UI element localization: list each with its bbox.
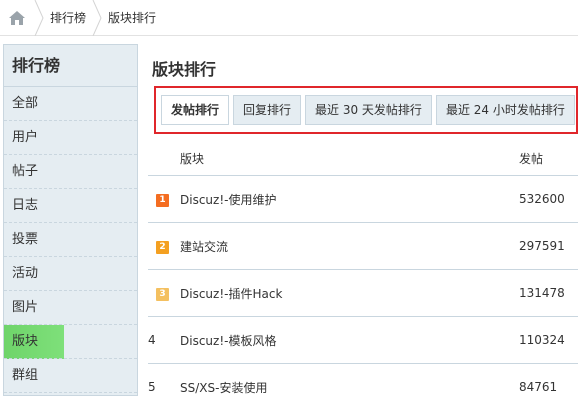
tab-reply-ranking[interactable]: 回复排行 [233,95,302,125]
sidebar-item-label: 活动 [12,266,39,281]
sidebar-item-groups[interactable]: 群组 [4,359,137,393]
sidebar-item-users[interactable]: 用户 [4,121,137,155]
forum-link[interactable]: Discuz!-插件Hack [180,287,282,301]
sidebar-item-activities[interactable]: 活动 [4,257,137,291]
header-forum: 版块 [180,152,205,166]
rank-badge: 1 [156,194,169,207]
tab-30-day-ranking[interactable]: 最近 30 天发帖排行 [305,95,432,125]
table-row: 1 Discuz!-使用维护 532600 [148,176,578,223]
header-posts: 发帖 [519,152,544,166]
post-count: 297591 [519,239,565,253]
breadcrumb-separator-icon [92,0,102,36]
sidebar-item-label: 帖子 [12,164,39,179]
sidebar: 排行榜 全部 用户 帖子 日志 投票 活动 图片 版块 群组 [3,44,138,396]
rank-badge: 2 [156,241,169,254]
tab-post-ranking[interactable]: 发帖排行 [161,95,230,125]
table-row: 2 建站交流 297591 [148,223,578,270]
page-title: 版块排行 [152,60,217,79]
forum-link[interactable]: SS/XS-安装使用 [180,381,267,395]
post-count: 131478 [519,286,565,300]
table-row: 3 Discuz!-插件Hack 131478 [148,270,578,317]
rank-number: 4 [148,333,156,347]
tab-bar: 发帖排行 回复排行 最近 30 天发帖排行 最近 24 小时发帖排行 [154,86,578,134]
sidebar-item-label: 图片 [12,300,39,315]
sidebar-item-all[interactable]: 全部 [4,87,137,121]
sidebar-item-label: 日志 [12,198,39,213]
ranking-table: 版块 发帖 1 Discuz!-使用维护 532600 2 建站交流 29759… [148,142,578,396]
home-icon [9,10,25,25]
breadcrumb: 排行榜 版块排行 [0,0,578,36]
sidebar-item-posts[interactable]: 帖子 [4,155,137,189]
table-row: 4 Discuz!-模板风格 110324 [148,317,578,364]
forum-link[interactable]: Discuz!-模板风格 [180,334,276,348]
sidebar-item-label: 用户 [12,130,39,145]
sidebar-item-label: 投票 [12,232,39,247]
post-count: 110324 [519,333,565,347]
post-count: 532600 [519,192,565,206]
table-row: 5 SS/XS-安装使用 84761 [148,364,578,396]
forum-link[interactable]: Discuz!-使用维护 [180,193,276,207]
sidebar-item-label: 全部 [12,96,39,111]
breadcrumb-ranking[interactable]: 排行榜 [44,0,92,36]
home-link[interactable] [0,0,34,36]
sidebar-item-forums[interactable]: 版块 [4,325,137,359]
main-content: 版块排行 发帖排行 回复排行 最近 30 天发帖排行 最近 24 小时发帖排行 … [148,44,578,396]
sidebar-item-polls[interactable]: 投票 [4,223,137,257]
post-count: 84761 [519,380,558,394]
rank-number: 5 [148,380,156,394]
breadcrumb-current: 版块排行 [108,10,157,25]
breadcrumb-separator-icon [34,0,44,36]
table-header: 版块 发帖 [148,142,578,176]
sidebar-title: 排行榜 [4,45,137,87]
sidebar-item-label: 版块 [12,334,39,349]
tab-24-hour-ranking[interactable]: 最近 24 小时发帖排行 [435,95,575,125]
sidebar-item-blogs[interactable]: 日志 [4,189,137,223]
sidebar-item-label: 群组 [12,368,39,383]
rank-badge: 3 [156,288,169,301]
sidebar-item-pictures[interactable]: 图片 [4,291,137,325]
forum-link[interactable]: 建站交流 [180,240,228,254]
